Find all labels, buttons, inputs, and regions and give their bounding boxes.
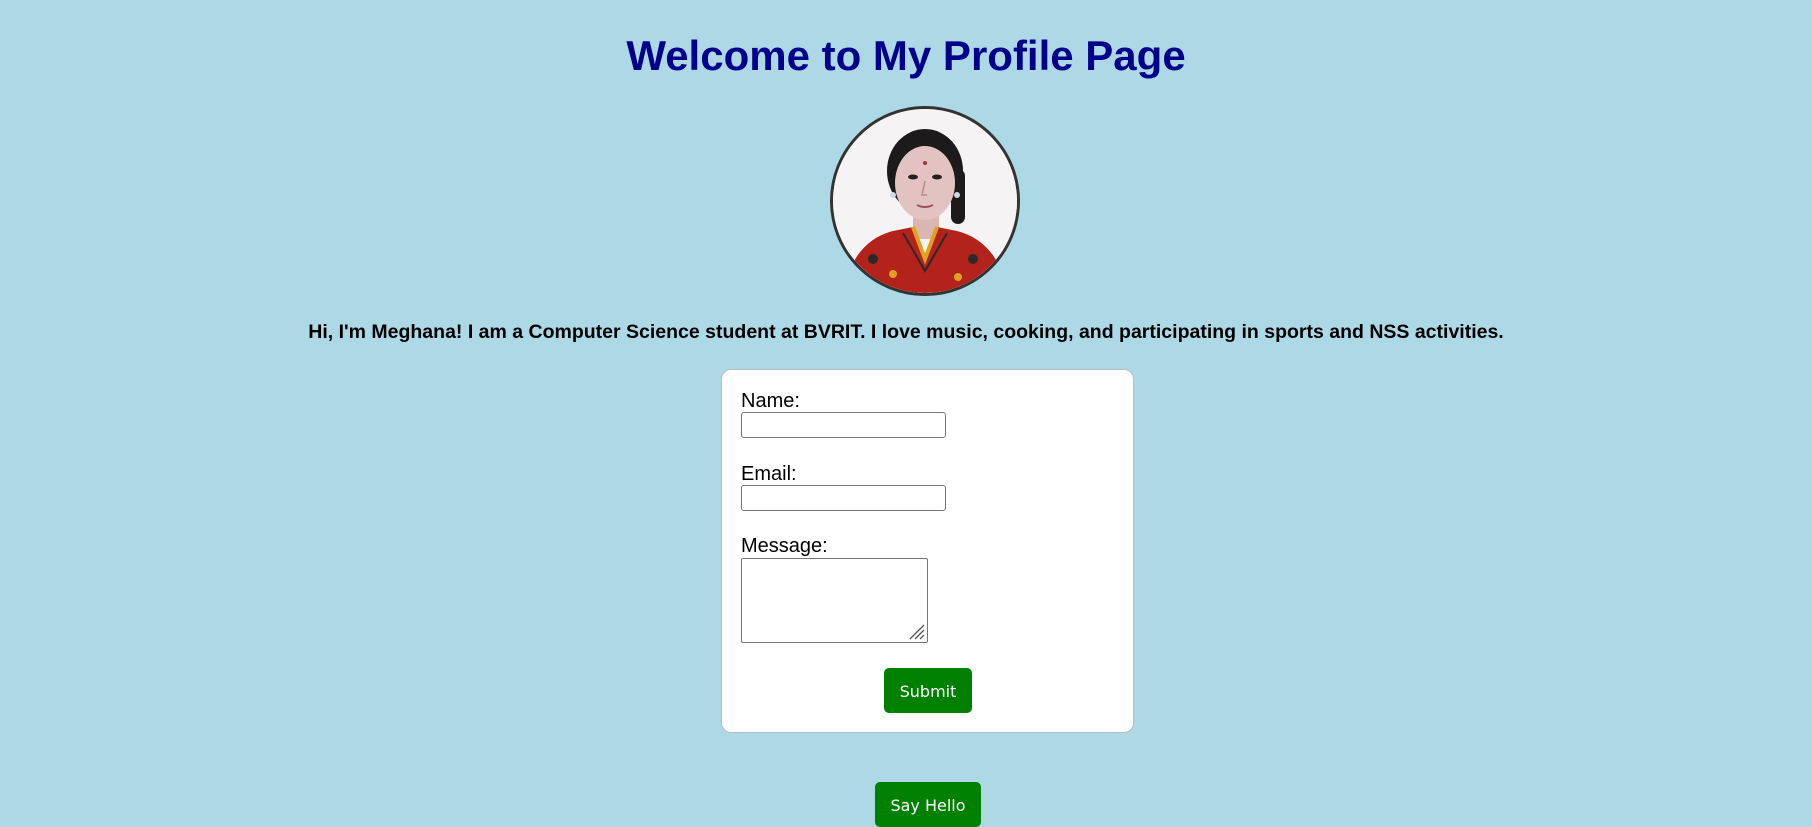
message-label: Message:	[741, 535, 828, 557]
message-field[interactable]	[741, 558, 928, 643]
page-title: Welcome to My Profile Page	[626, 32, 1186, 79]
submit-button[interactable]: Submit	[884, 668, 972, 713]
profile-photo-image	[833, 109, 1017, 293]
bio-text: Hi, I'm Meghana! I am a Computer Science…	[308, 321, 1504, 343]
profile-page: Welcome to My Profile Page Hi, I'm Megha…	[0, 0, 1812, 827]
say-hello-button[interactable]: Say Hello	[875, 782, 981, 827]
name-label: Name:	[741, 390, 800, 412]
contact-form: Name: Email: Message: Submit	[721, 369, 1134, 733]
resize-grip-icon[interactable]	[906, 621, 926, 641]
email-field[interactable]	[741, 485, 946, 511]
profile-photo	[830, 106, 1020, 296]
email-label: Email:	[741, 463, 797, 485]
name-field[interactable]	[741, 412, 946, 438]
